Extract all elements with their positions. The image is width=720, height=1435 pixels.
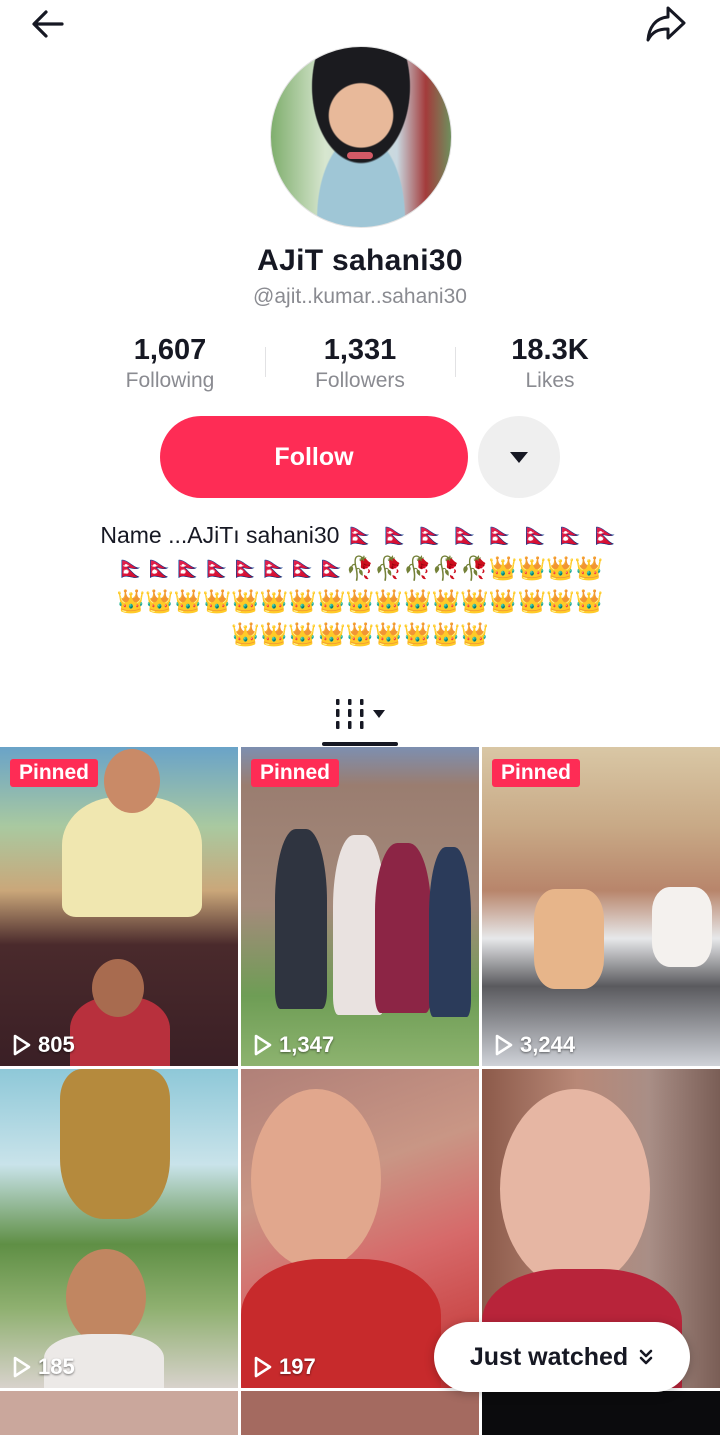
pinned-badge: Pinned — [492, 759, 581, 787]
view-count: 3,244 — [494, 1032, 575, 1058]
thumbnail-figure — [104, 749, 160, 813]
bio-line: Name ...AJiTı sahani30 🇳🇵 🇳🇵 🇳🇵 🇳🇵 🇳🇵 🇳🇵… — [100, 522, 620, 548]
avatar[interactable] — [270, 46, 452, 228]
video-tile[interactable] — [241, 1391, 479, 1435]
thumbnail-figure — [275, 829, 327, 1009]
pinned-badge: Pinned — [251, 759, 340, 787]
videos-grid-icon — [336, 699, 364, 729]
thumbnail-figure — [62, 797, 202, 917]
thumbnail-figure — [251, 1089, 381, 1269]
bio-line: 👑👑👑👑👑👑👑👑👑 — [231, 621, 489, 647]
play-icon — [13, 1034, 31, 1056]
tab-indicator — [322, 742, 398, 746]
thumbnail-figure — [429, 847, 471, 1017]
username: @ajit..kumar..sahani30 — [253, 285, 467, 308]
followers-label: Followers — [315, 369, 405, 392]
likes-count: 18.3K — [511, 334, 589, 366]
tab-videos[interactable] — [322, 684, 398, 744]
view-count-text: 1,347 — [279, 1032, 335, 1057]
thumbnail-figure — [500, 1089, 650, 1289]
thumbnail-figure — [652, 887, 712, 967]
play-icon — [13, 1356, 31, 1378]
bio-line: 👑👑👑👑👑👑👑👑👑👑👑👑👑👑👑👑👑 — [116, 588, 604, 614]
video-tile[interactable] — [482, 1391, 720, 1435]
play-icon — [495, 1034, 513, 1056]
view-count-text: 3,244 — [520, 1032, 576, 1057]
play-icon — [254, 1034, 272, 1056]
bio: Name ...AJiTı sahani30 🇳🇵 🇳🇵 🇳🇵 🇳🇵 🇳🇵 🇳🇵… — [60, 519, 660, 651]
just-watched-button[interactable]: Just watched — [434, 1322, 690, 1392]
video-tile[interactable]: Pinned 1,347 — [241, 747, 479, 1066]
video-tile[interactable]: Pinned 805 — [0, 747, 238, 1066]
just-watched-label: Just watched — [469, 1342, 629, 1371]
followers-count: 1,331 — [323, 334, 397, 366]
caret-down-icon — [510, 452, 528, 463]
view-count: 1,347 — [253, 1032, 334, 1058]
following-count: 1,607 — [133, 334, 207, 366]
double-chevron-down-icon — [639, 1349, 653, 1365]
content-tabs — [0, 684, 720, 746]
stat-likes[interactable]: 18.3K Likes — [455, 333, 645, 397]
video-tile[interactable] — [0, 1391, 238, 1435]
thumbnail-figure — [60, 1069, 170, 1219]
video-tile[interactable]: Pinned 3,244 — [482, 747, 720, 1066]
share-arrow-icon — [646, 6, 686, 42]
play-icon — [254, 1356, 272, 1378]
share-button[interactable] — [642, 0, 690, 48]
view-count-text: 197 — [279, 1354, 316, 1379]
view-count-text: 185 — [38, 1354, 75, 1379]
back-button[interactable] — [24, 0, 72, 48]
view-count: 805 — [12, 1032, 75, 1058]
thumbnail-figure — [66, 1249, 146, 1345]
follow-button[interactable]: Follow — [160, 416, 468, 498]
bio-line: 🇳🇵🇳🇵🇳🇵🇳🇵🇳🇵🇳🇵🇳🇵🇳🇵🥀🥀🥀🥀🥀👑👑👑👑 — [116, 555, 604, 581]
profile-stats: 1,607 Following 1,331 Followers 18.3K Li… — [75, 333, 645, 397]
video-tile[interactable]: 185 — [0, 1069, 238, 1388]
thumbnail-figure — [92, 959, 144, 1017]
triangle-down-icon — [373, 710, 385, 718]
view-count: 197 — [253, 1354, 316, 1380]
thumbnail-figure — [375, 843, 431, 1013]
arrow-left-icon — [32, 10, 64, 38]
view-count-text: 805 — [38, 1032, 75, 1057]
likes-label: Likes — [525, 369, 575, 392]
more-options-button[interactable] — [478, 416, 560, 498]
thumbnail-figure — [534, 889, 604, 989]
view-count: 185 — [12, 1354, 75, 1380]
avatar-detail — [347, 152, 373, 159]
stat-following[interactable]: 1,607 Following — [75, 333, 265, 397]
following-label: Following — [125, 369, 215, 392]
display-name: AJiT sahani30 — [257, 244, 463, 277]
stat-followers[interactable]: 1,331 Followers — [265, 333, 455, 397]
pinned-badge: Pinned — [10, 759, 99, 787]
